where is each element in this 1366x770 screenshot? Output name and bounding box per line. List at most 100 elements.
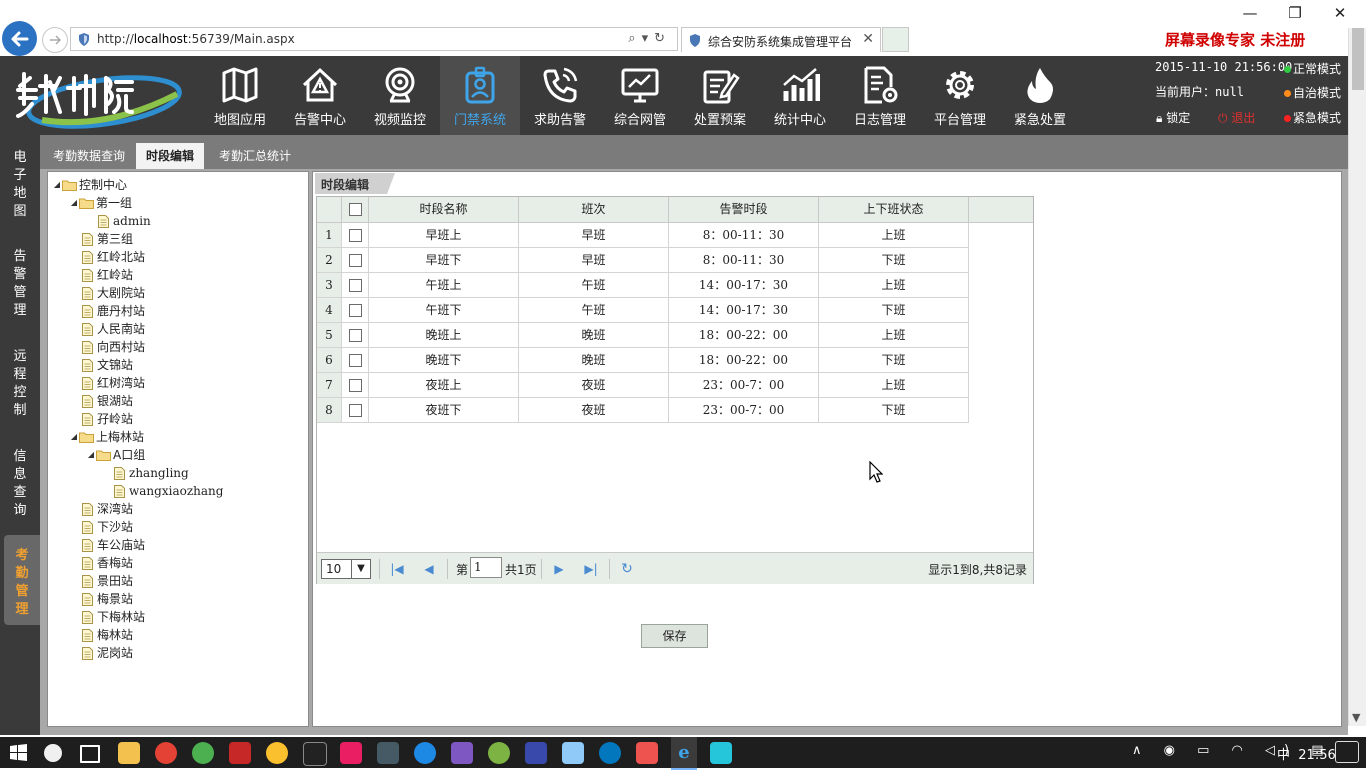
- explorer-icon[interactable]: [118, 742, 140, 764]
- row-checkbox[interactable]: [348, 329, 362, 342]
- leftnav-map[interactable]: 电子地图: [0, 149, 40, 221]
- header-time[interactable]: 告警时段: [669, 197, 819, 222]
- tree-node[interactable]: 向西村站: [82, 338, 145, 356]
- chrome-icon[interactable]: [192, 742, 214, 764]
- tree-node[interactable]: 大剧院站: [82, 284, 145, 302]
- menu-plan[interactable]: 处置预案: [680, 56, 760, 135]
- table-row[interactable]: 6 晚班下 晚班 18：00-22：00 下班: [317, 348, 969, 373]
- tab-close-icon[interactable]: ✕: [862, 31, 874, 47]
- tree-node[interactable]: admin: [98, 212, 151, 230]
- tree-node[interactable]: zhangling: [114, 464, 189, 482]
- task-view-icon[interactable]: [80, 745, 100, 763]
- expand-arrow-icon[interactable]: ◢: [69, 194, 79, 212]
- menu-network[interactable]: 综合网管: [600, 56, 680, 135]
- row-select[interactable]: [342, 348, 369, 372]
- menu-alarm-center[interactable]: 告警中心: [280, 56, 360, 135]
- cortana-icon[interactable]: [44, 744, 62, 762]
- tree-node[interactable]: 孖岭站: [82, 410, 133, 428]
- row-checkbox[interactable]: [348, 279, 362, 292]
- save-button[interactable]: 保存: [641, 624, 708, 648]
- menu-statistics[interactable]: 统计中心: [760, 56, 840, 135]
- scroll-down-icon[interactable]: ▼: [1352, 711, 1360, 724]
- tree-node[interactable]: 泥岗站: [82, 644, 133, 662]
- row-select[interactable]: [342, 223, 369, 247]
- app-icon-2[interactable]: [229, 742, 251, 764]
- app-icon-5[interactable]: [377, 742, 399, 764]
- app-icon-8[interactable]: [525, 742, 547, 764]
- row-select[interactable]: [342, 248, 369, 272]
- notification-icon[interactable]: [1335, 741, 1359, 763]
- menu-access-control[interactable]: 门禁系统: [440, 56, 520, 135]
- row-select[interactable]: [342, 298, 369, 322]
- tab-attendance-query[interactable]: 考勤数据查询: [43, 143, 135, 169]
- expand-arrow-icon[interactable]: ◢: [69, 428, 79, 446]
- table-row[interactable]: 3 午班上 午班 14：00-17：30 上班: [317, 273, 969, 298]
- tree-node[interactable]: 车公庙站: [82, 536, 145, 554]
- tree-node[interactable]: ◢ A口组: [86, 446, 145, 464]
- new-tab-button[interactable]: [882, 27, 909, 52]
- expand-arrow-icon[interactable]: ◢: [52, 176, 62, 194]
- header-shift[interactable]: 班次: [519, 197, 669, 222]
- tree-node[interactable]: wangxiaozhang: [114, 482, 223, 500]
- tree-node[interactable]: 下沙站: [82, 518, 133, 536]
- menu-emergency[interactable]: 紧急处置: [1000, 56, 1080, 135]
- menu-help-alarm[interactable]: 求助告警: [520, 56, 600, 135]
- notepad-app-icon[interactable]: [562, 742, 584, 764]
- back-button[interactable]: [2, 21, 37, 56]
- tree-node[interactable]: 梅景站: [82, 590, 133, 608]
- row-checkbox[interactable]: [348, 229, 362, 242]
- tab-attendance-summary[interactable]: 考勤汇总统计: [209, 143, 301, 169]
- lock-button[interactable]: 🔒︎ 锁定: [1156, 109, 1190, 126]
- app-icon-4[interactable]: [340, 742, 362, 764]
- app-icon-10[interactable]: [636, 742, 658, 764]
- row-checkbox[interactable]: [348, 404, 362, 417]
- next-page-icon[interactable]: ▶: [551, 561, 567, 577]
- tree-node[interactable]: 文锦站: [82, 356, 133, 374]
- page-number-input[interactable]: 1: [470, 557, 502, 578]
- refresh-icon[interactable]: ↻: [619, 561, 635, 577]
- app-icon-11[interactable]: [710, 742, 732, 764]
- leftnav-alarm[interactable]: 告警管理: [0, 248, 40, 320]
- menu-map[interactable]: 地图应用: [200, 56, 280, 135]
- tree-node[interactable]: ◢ 第一组: [69, 194, 132, 212]
- leftnav-attendance[interactable]: 考勤管理: [4, 535, 40, 625]
- row-checkbox[interactable]: [348, 304, 362, 317]
- address-bar[interactable]: http://localhost:56739/Main.aspx ⌕▾↻: [70, 27, 678, 51]
- mode-normal[interactable]: 正常模式: [1284, 60, 1341, 77]
- table-row[interactable]: 5 晚班上 晚班 18：00-22：00 上班: [317, 323, 969, 348]
- windows-start-icon[interactable]: [10, 744, 27, 761]
- exit-button[interactable]: ⏻ 退出: [1218, 109, 1255, 126]
- tree-node[interactable]: ◢ 上梅林站: [69, 428, 144, 446]
- browser-tab[interactable]: 综合安防系统集成管理平台 ✕: [681, 27, 881, 52]
- tab-period-edit[interactable]: 时段编辑: [136, 143, 205, 169]
- row-select[interactable]: [342, 398, 369, 422]
- restore-icon[interactable]: ❐: [1273, 4, 1317, 22]
- last-page-icon[interactable]: ▶|: [583, 561, 599, 577]
- tree-node[interactable]: 下梅林站: [82, 608, 145, 626]
- tree-node[interactable]: 人民南站: [82, 320, 145, 338]
- header-name[interactable]: 时段名称: [369, 197, 519, 222]
- row-select[interactable]: [342, 373, 369, 397]
- leftnav-info[interactable]: 信息查询: [0, 448, 40, 520]
- tree-node[interactable]: 深湾站: [82, 500, 133, 518]
- row-checkbox[interactable]: [348, 379, 362, 392]
- tree-node[interactable]: 红岭北站: [82, 248, 145, 266]
- app-icon-6[interactable]: [414, 742, 436, 764]
- menu-platform[interactable]: 平台管理: [920, 56, 1000, 135]
- app-icon-7[interactable]: [488, 742, 510, 764]
- app-icon-9[interactable]: [599, 742, 621, 764]
- scrollbar-thumb[interactable]: [1352, 28, 1364, 90]
- tree-node[interactable]: 红树湾站: [82, 374, 145, 392]
- expand-arrow-icon[interactable]: ◢: [86, 446, 96, 464]
- tree-node[interactable]: 银湖站: [82, 392, 133, 410]
- ie-icon[interactable]: e: [671, 737, 697, 770]
- minimize-icon[interactable]: —: [1228, 4, 1272, 22]
- header-select-all[interactable]: [342, 197, 369, 222]
- select-all-checkbox[interactable]: [348, 203, 362, 216]
- tree-node[interactable]: 红岭站: [82, 266, 133, 284]
- prev-page-icon[interactable]: ◀: [421, 561, 437, 577]
- page-scrollbar[interactable]: ▼: [1348, 28, 1366, 726]
- tree-node[interactable]: 第三组: [82, 230, 133, 248]
- tree-node[interactable]: ◢ 控制中心: [52, 176, 127, 194]
- app-icon-1[interactable]: [155, 742, 177, 764]
